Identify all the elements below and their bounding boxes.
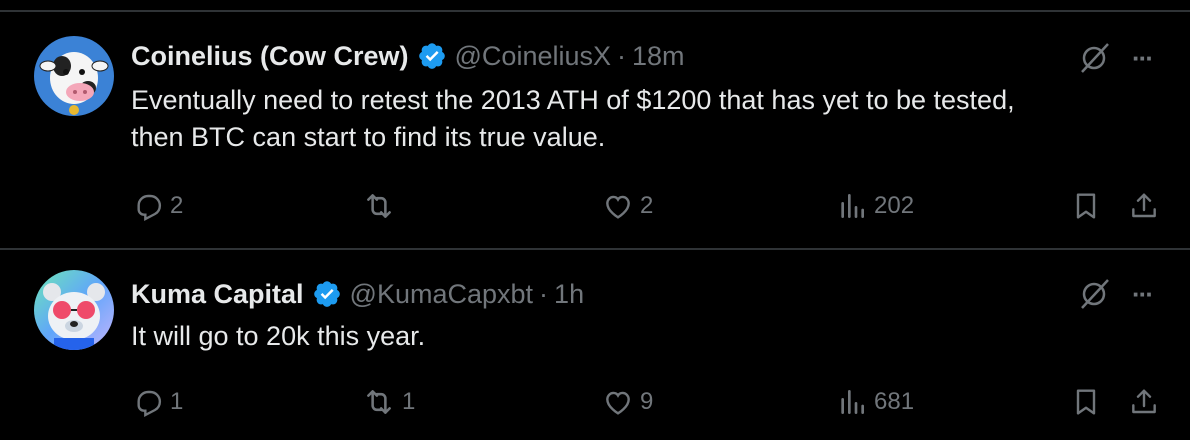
like-button[interactable]: 9: [602, 382, 653, 422]
tweet-text-line: then BTC can start to find its true valu…: [131, 122, 606, 152]
more-icon: ···: [1132, 42, 1154, 73]
tweet-kuma-capital[interactable]: Kuma Capital @KumaCapxbt · 1h ··· It wil…: [0, 250, 1190, 440]
retweet-button[interactable]: [362, 186, 402, 226]
retweet-button[interactable]: 1: [362, 382, 415, 422]
timestamp[interactable]: 1h: [554, 279, 584, 310]
separator-dot: ·: [617, 40, 626, 71]
bookmark-icon: [1076, 193, 1096, 219]
like-button[interactable]: 2: [602, 186, 653, 226]
reply-button[interactable]: 2: [132, 186, 183, 226]
more-icon: ···: [1132, 278, 1154, 309]
reply-icon: [137, 390, 162, 418]
tweet-header: Coinelius (Cow Crew) @CoineliusX · 18m: [131, 36, 685, 76]
verified-badge-icon: [417, 41, 447, 71]
grok-icon: [1081, 279, 1109, 309]
views-button[interactable]: 681: [836, 382, 914, 422]
tweet-text: It will go to 20k this year.: [131, 318, 1151, 355]
tweet-text-line: Eventually need to retest the 2013 ATH o…: [131, 85, 1015, 115]
author-handle[interactable]: @CoineliusX: [455, 41, 611, 72]
author-name[interactable]: Coinelius (Cow Crew): [131, 41, 409, 72]
separator-dot: ·: [539, 278, 549, 309]
timestamp[interactable]: 18m: [632, 41, 685, 72]
views-count: 202: [874, 192, 915, 219]
tweet-text-line: It will go to 20k this year.: [131, 321, 426, 351]
avatar[interactable]: [34, 36, 114, 116]
tweet-text: Eventually need to retest the 2013 ATH o…: [131, 82, 1151, 156]
retweet-icon: [367, 194, 391, 218]
tweet-header: Kuma Capital @KumaCapxbt · 1h: [131, 274, 584, 314]
grok-button[interactable]: [1078, 274, 1112, 314]
share-button[interactable]: [1128, 186, 1160, 226]
reply-count: 2: [170, 192, 184, 219]
reply-button[interactable]: 1: [132, 382, 183, 422]
retweet-count: 1: [402, 388, 416, 415]
share-icon: [1132, 389, 1156, 414]
more-button[interactable]: ···: [1132, 38, 1166, 78]
tweet-coinelius[interactable]: Coinelius (Cow Crew) @CoineliusX · 18m ·…: [0, 12, 1190, 250]
bookmark-icon: [1076, 389, 1096, 415]
bookmark-button[interactable]: [1070, 186, 1102, 226]
views-icon: [841, 390, 864, 414]
views-icon: [841, 194, 864, 218]
reply-icon: [137, 194, 162, 222]
like-icon: [606, 391, 630, 415]
like-count: 2: [640, 192, 654, 219]
like-icon: [606, 195, 630, 219]
cow-avatar-icon: [34, 36, 114, 116]
reply-count: 1: [170, 388, 184, 415]
grok-button[interactable]: [1078, 38, 1112, 78]
share-icon: [1132, 193, 1156, 218]
author-name[interactable]: Kuma Capital: [131, 279, 304, 310]
views-button[interactable]: 202: [836, 186, 914, 226]
retweet-icon: [367, 390, 391, 414]
share-button[interactable]: [1128, 382, 1160, 422]
more-button[interactable]: ···: [1132, 274, 1166, 314]
avatar[interactable]: [34, 270, 114, 350]
bookmark-button[interactable]: [1070, 382, 1102, 422]
author-handle[interactable]: @KumaCapxbt: [350, 279, 534, 310]
like-count: 9: [640, 388, 654, 415]
grok-icon: [1081, 43, 1109, 73]
views-count: 681: [874, 388, 915, 415]
tweet-actions: 2 2 202: [0, 186, 1190, 226]
bear-avatar-icon: [34, 270, 114, 350]
verified-badge-icon: [312, 279, 342, 309]
tweet-actions: 1 1 9 681: [0, 382, 1190, 422]
